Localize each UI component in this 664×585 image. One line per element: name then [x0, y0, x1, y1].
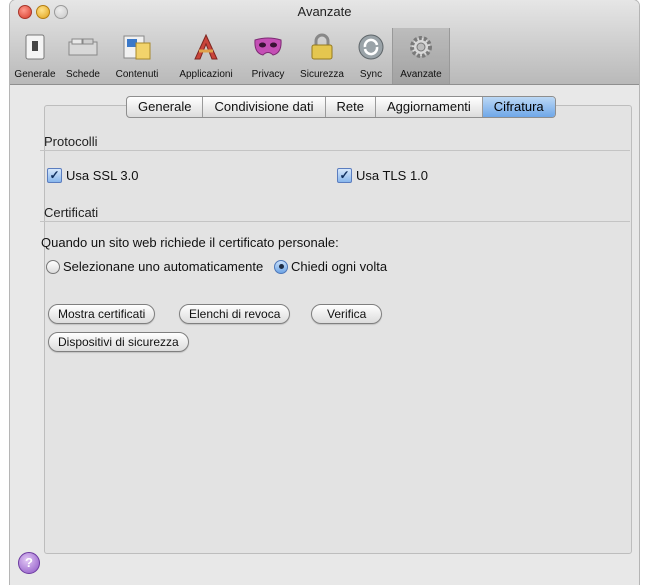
- tab-aggiornamenti[interactable]: Aggiornamenti: [376, 97, 483, 117]
- security-devices-button[interactable]: Dispositivi di sicurezza: [48, 332, 189, 352]
- certificati-heading: Certificati: [44, 205, 99, 220]
- radio-indicator: [274, 259, 288, 274]
- toolbar-item-avanzate[interactable]: Avanzate: [392, 28, 450, 84]
- toolbar-item-generale[interactable]: Generale: [12, 28, 58, 84]
- revocation-lists-button[interactable]: Elenchi di revoca: [179, 304, 291, 324]
- window-title: Avanzate: [297, 4, 352, 19]
- ssl-checkbox[interactable]: ✓ Usa SSL 3.0: [47, 168, 139, 183]
- toolbar-item-privacy[interactable]: Privacy: [245, 28, 291, 84]
- tls-checkbox[interactable]: ✓ Usa TLS 1.0: [337, 168, 428, 183]
- padlock-icon: [306, 32, 338, 62]
- certificati-divider: [40, 221, 630, 222]
- ssl-checkbox-label: Usa SSL 3.0: [66, 168, 139, 183]
- tab-condivisione-dati[interactable]: Condivisione dati: [203, 97, 326, 117]
- certificate-prompt: Quando un sito web richiede il certifica…: [41, 235, 339, 250]
- radio-ask-every-time-label: Chiedi ogni volta: [291, 259, 388, 274]
- toolbar-item-schede[interactable]: Schede: [61, 28, 105, 84]
- show-certificates-button[interactable]: Mostra certificati: [48, 304, 156, 324]
- checkmark-icon: ✓: [47, 168, 62, 183]
- verify-button[interactable]: Verifica: [311, 304, 383, 324]
- tab-cifratura[interactable]: Cifratura: [482, 97, 555, 117]
- checkmark-icon: ✓: [337, 168, 352, 183]
- protocolli-divider: [40, 150, 630, 151]
- protocolli-heading: Protocolli: [44, 134, 98, 149]
- switch-icon: [19, 32, 51, 62]
- title-bar: Avanzate Generale Schede Contenuti Appli…: [10, 0, 639, 85]
- radio-auto-select-label: Selezionane uno automaticamente: [63, 259, 264, 274]
- tab-generale[interactable]: Generale: [127, 97, 204, 117]
- gear-icon: [405, 32, 437, 62]
- toolbar-item-contenuti[interactable]: Contenuti: [108, 28, 166, 84]
- tls-checkbox-label: Usa TLS 1.0: [356, 168, 429, 183]
- tab-bar: Generale Condivisione dati Rete Aggiorna…: [126, 96, 556, 118]
- content-icon: [121, 32, 153, 62]
- toolbar: Generale Schede Contenuti Applicazioni P…: [10, 28, 639, 84]
- radio-auto-select[interactable]: Selezionane uno automaticamente: [46, 259, 263, 274]
- radio-ask-every-time[interactable]: Chiedi ogni volta: [274, 259, 387, 274]
- privacy-mask-icon: [252, 32, 284, 62]
- applications-icon: [190, 32, 222, 62]
- toolbar-item-applicazioni[interactable]: Applicazioni: [170, 28, 242, 84]
- preferences-window: Avanzate Generale Schede Contenuti Appli…: [10, 0, 639, 585]
- tab-rete[interactable]: Rete: [326, 97, 376, 117]
- tabs-icon: [67, 32, 99, 62]
- toolbar-item-sicurezza[interactable]: Sicurezza: [294, 28, 350, 84]
- toolbar-item-sync[interactable]: Sync: [353, 28, 389, 84]
- sync-icon: [355, 32, 387, 62]
- radio-indicator: [46, 259, 60, 274]
- help-button[interactable]: ?: [18, 552, 40, 574]
